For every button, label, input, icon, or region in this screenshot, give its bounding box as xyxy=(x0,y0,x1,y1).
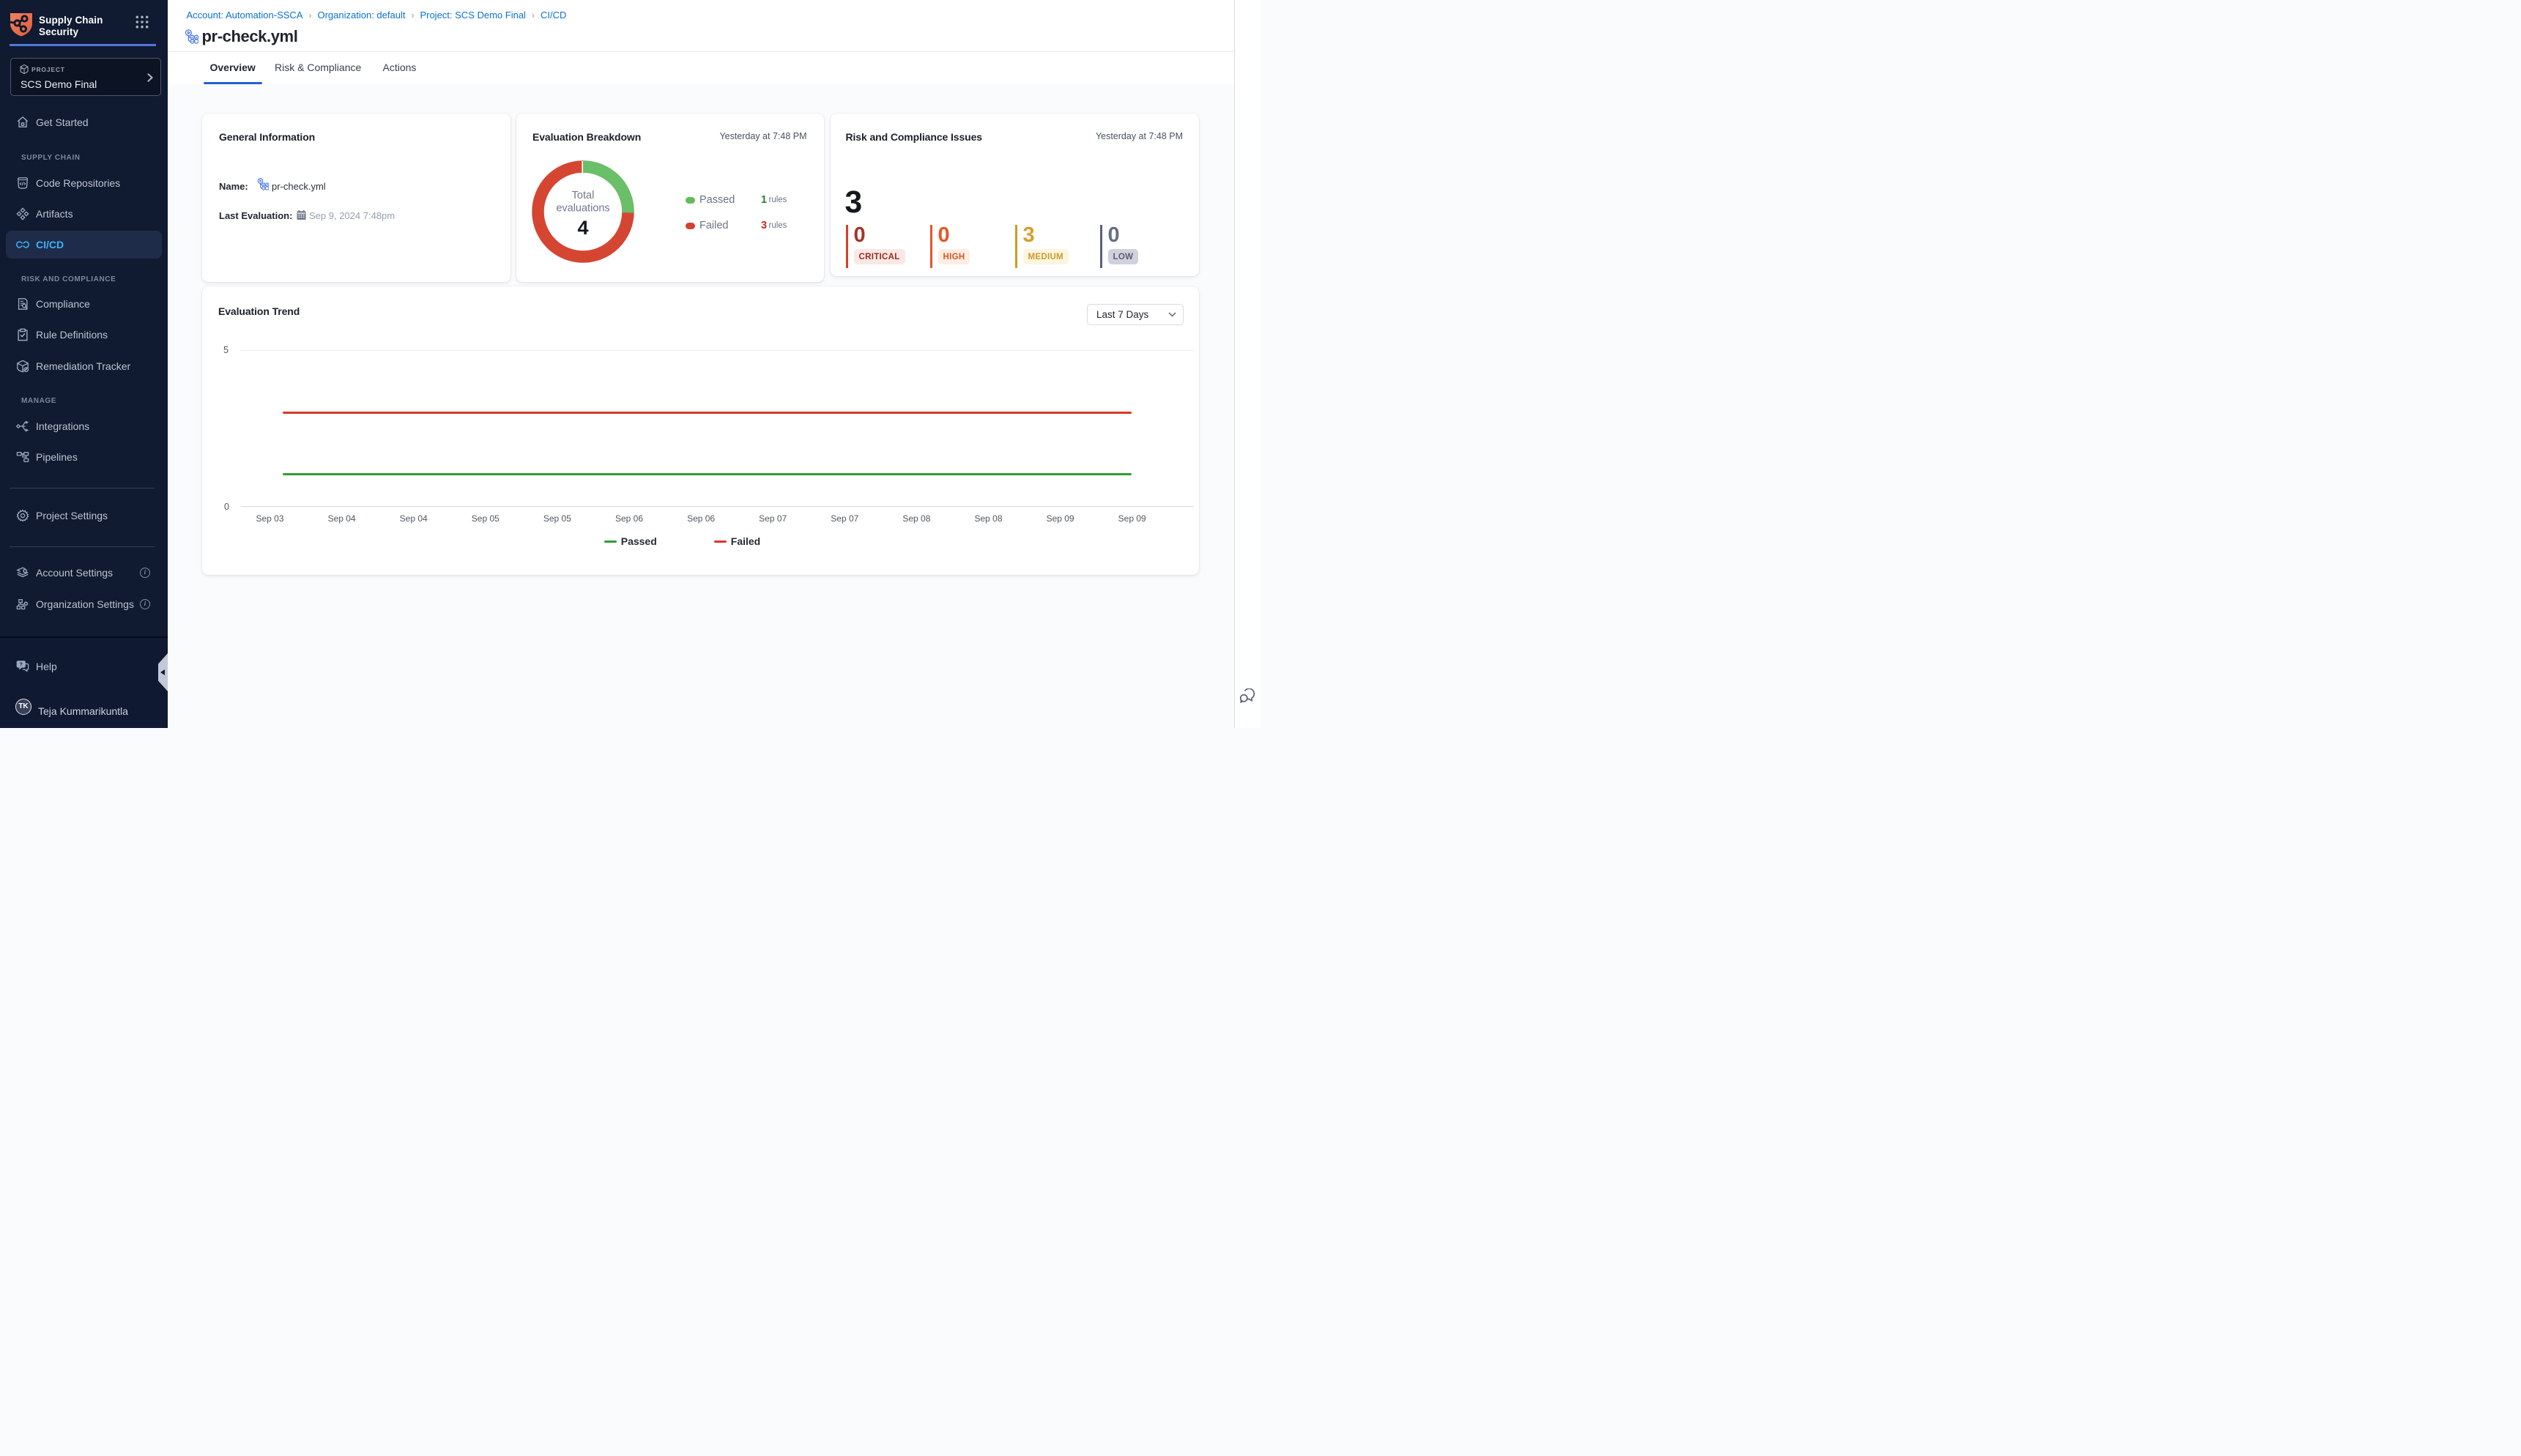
svg-text:4: 4 xyxy=(577,217,588,239)
svg-text:?: ? xyxy=(20,661,23,668)
svg-text:Total: Total xyxy=(572,190,595,201)
svg-text:evaluations: evaluations xyxy=(556,203,609,215)
